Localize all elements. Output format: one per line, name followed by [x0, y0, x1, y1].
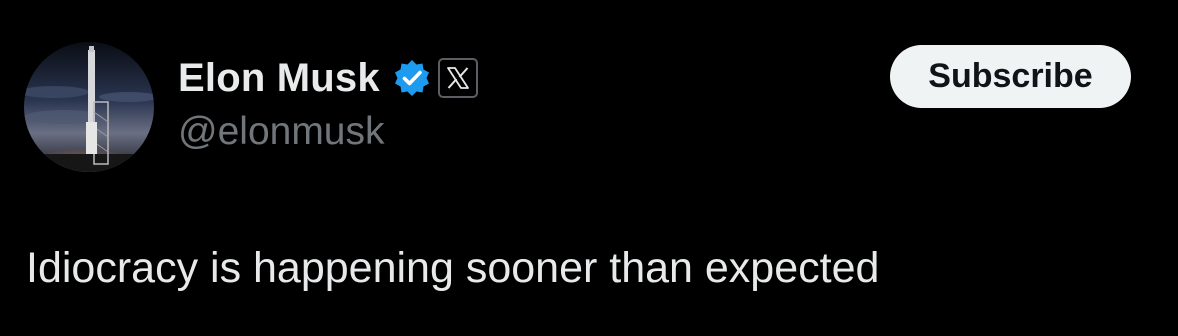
rocket-launch-photo: [24, 42, 154, 172]
author-name-row: Elon Musk: [178, 50, 478, 106]
x-logo-icon[interactable]: [437, 58, 478, 98]
avatar[interactable]: [24, 42, 154, 172]
subscribe-button[interactable]: Subscribe: [890, 45, 1131, 108]
tweet-text: Idiocracy is happening sooner than expec…: [26, 244, 880, 292]
verified-badge-icon[interactable]: [392, 58, 432, 98]
author-handle[interactable]: @elonmusk: [178, 110, 385, 154]
author-name[interactable]: Elon Musk: [178, 56, 380, 101]
